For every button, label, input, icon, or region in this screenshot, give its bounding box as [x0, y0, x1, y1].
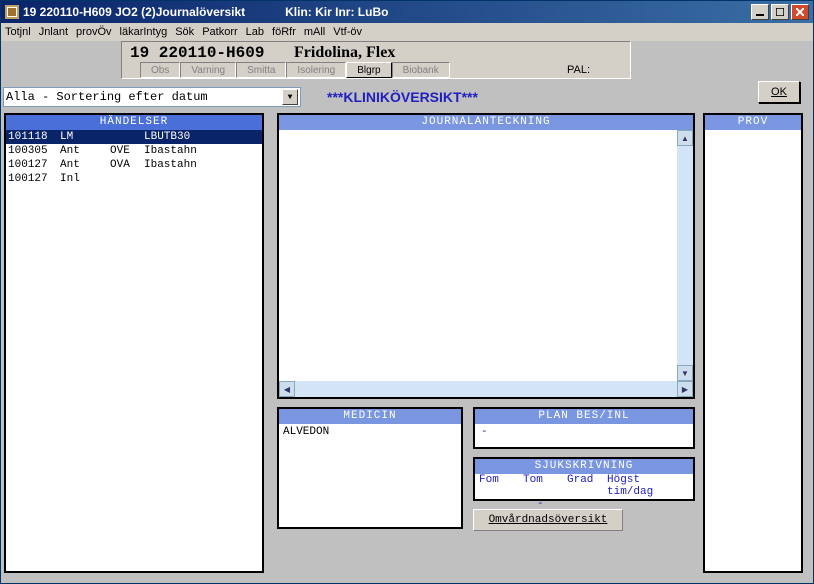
title-bar: 19 220110-H609 JO2 (2)Journalöversikt Kl… — [1, 1, 813, 23]
ok-button[interactable]: OK — [758, 81, 800, 103]
handelser-row[interactable]: 100305AntOVEIbastahn — [6, 144, 262, 158]
journal-scroll-v[interactable]: ▲ ▼ — [677, 130, 693, 381]
tab-isolering[interactable]: Isolering — [286, 62, 346, 78]
plan-body: - — [475, 424, 693, 440]
handelser-row[interactable]: 100127Inl — [6, 172, 262, 186]
journal-panel: JOURNALANTECKNING ▲ ▼ ◀ ▶ — [277, 113, 695, 399]
handelser-row[interactable]: 100127AntOVAIbastahn — [6, 158, 262, 172]
menu-mall[interactable]: mAll — [304, 26, 325, 38]
patient-tabs: Obs Varning Smitta Isolering Blgrp Bioba… — [140, 62, 450, 78]
scroll-up-icon[interactable]: ▲ — [677, 130, 693, 146]
patient-id: 19 220110-H609 — [130, 44, 264, 62]
window-subtitle: Klin: Kir Inr: LuBo — [285, 5, 388, 19]
menu-bar: Totjnl Jnlant provÖv läkarIntyg Sök Patk… — [1, 23, 813, 41]
tab-smitta[interactable]: Smitta — [236, 62, 286, 78]
app-icon — [5, 5, 19, 19]
tab-obs[interactable]: Obs — [140, 62, 180, 78]
sjuk-header: SJUKSKRIVNING — [475, 459, 693, 474]
sjuk-col-hogst: Högst tim/dag — [607, 474, 689, 498]
menu-forfr[interactable]: föRfr — [272, 26, 296, 38]
handelser-panel: HÄNDELSER 101118LMLBUTB30100305AntOVEIba… — [4, 113, 264, 573]
prov-header: PROV — [705, 115, 801, 130]
menu-lakarintyg[interactable]: läkarIntyg — [120, 26, 168, 38]
sjuk-col-tom: Tom — [523, 474, 567, 498]
medicin-body[interactable]: ALVEDON — [279, 424, 461, 440]
menu-lab[interactable]: Lab — [246, 26, 264, 38]
chevron-down-icon[interactable]: ▼ — [282, 89, 298, 105]
journal-scroll-h[interactable]: ◀ ▶ — [279, 381, 693, 397]
app-window: 19 220110-H609 JO2 (2)Journalöversikt Kl… — [0, 0, 814, 584]
medicin-line: ALVEDON — [283, 426, 457, 438]
omvardnad-button[interactable]: Omvårdnadsöversikt — [473, 509, 623, 531]
menu-provov[interactable]: provÖv — [76, 26, 111, 38]
prov-panel: PROV — [703, 113, 803, 573]
pal-label: PAL: — [567, 64, 590, 76]
sort-select-value: Alla - Sortering efter datum — [6, 90, 208, 104]
maximize-button[interactable] — [771, 4, 789, 20]
patient-name: Fridolina, Flex — [294, 44, 395, 62]
close-button[interactable] — [791, 4, 809, 20]
menu-vtfov[interactable]: Vtf-öv — [333, 26, 362, 38]
sort-select[interactable]: Alla - Sortering efter datum ▼ — [3, 87, 301, 107]
medicin-header: MEDICIN — [279, 409, 461, 424]
handelser-header: HÄNDELSER — [6, 115, 262, 130]
tab-varning[interactable]: Varning — [180, 62, 236, 78]
handelser-list[interactable]: 101118LMLBUTB30100305AntOVEIbastahn10012… — [6, 130, 262, 186]
menu-patkorr[interactable]: Patkorr — [202, 26, 237, 38]
journal-header: JOURNALANTECKNING — [279, 115, 693, 130]
plan-panel: PLAN BES/INL - — [473, 407, 695, 449]
tab-blgrp[interactable]: Blgrp — [346, 62, 391, 78]
medicin-panel: MEDICIN ALVEDON — [277, 407, 463, 529]
sjuk-col-fom: Fom — [479, 474, 523, 498]
scroll-right-icon[interactable]: ▶ — [677, 381, 693, 397]
plan-header: PLAN BES/INL — [475, 409, 693, 424]
handelser-row[interactable]: 101118LMLBUTB30 — [6, 130, 262, 144]
menu-sok[interactable]: Sök — [175, 26, 194, 38]
scroll-down-icon[interactable]: ▼ — [677, 365, 693, 381]
sjuk-col-grad: Grad — [567, 474, 607, 498]
sjuk-columns: Fom Tom Grad Högst tim/dag — [475, 474, 693, 498]
window-title: 19 220110-H609 JO2 (2)Journalöversikt — [23, 5, 245, 19]
tab-biobank[interactable]: Biobank — [392, 62, 450, 78]
journal-body[interactable]: ▲ ▼ ◀ ▶ — [279, 130, 693, 397]
scroll-left-icon[interactable]: ◀ — [279, 381, 295, 397]
menu-jnlant[interactable]: Jnlant — [39, 26, 68, 38]
patient-panel: 19 220110-H609 Fridolina, Flex Obs Varni… — [121, 41, 631, 79]
overview-heading: ***KLINIKÖVERSIKT*** — [327, 89, 478, 105]
minimize-button[interactable] — [751, 4, 769, 20]
menu-totjnl[interactable]: Totjnl — [5, 26, 31, 38]
sjuk-panel: SJUKSKRIVNING Fom Tom Grad Högst tim/dag… — [473, 457, 695, 501]
